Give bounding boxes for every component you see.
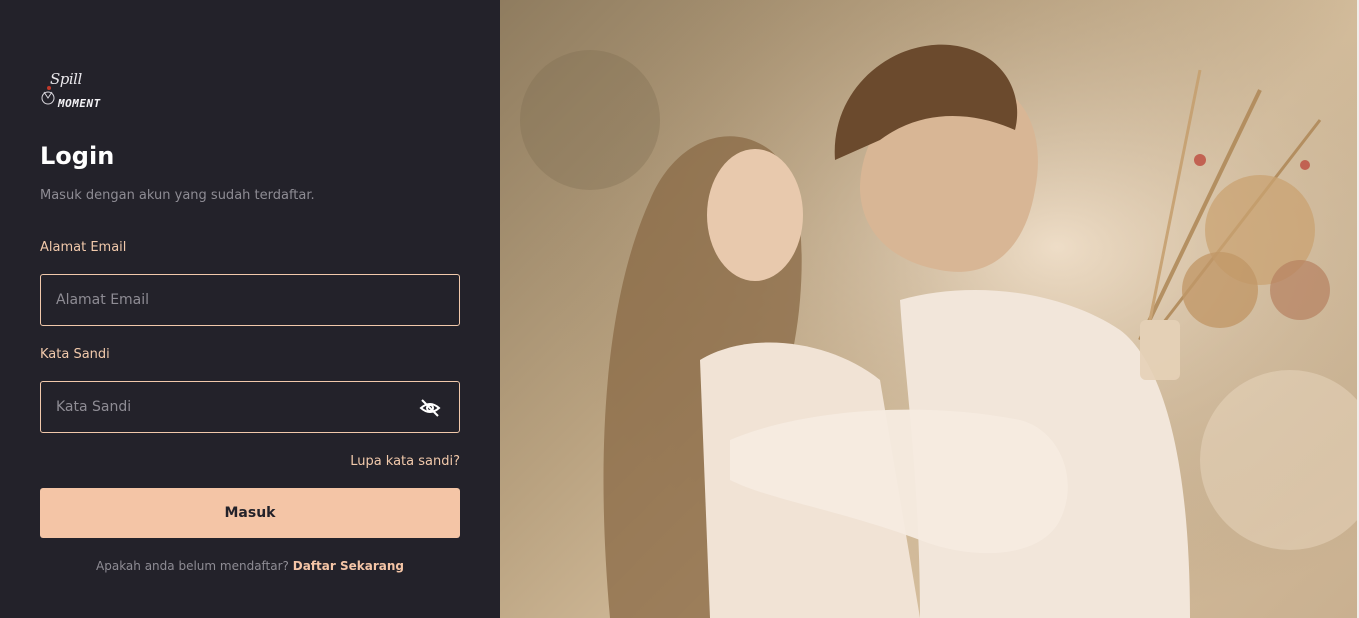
couple-photo-illustration bbox=[500, 0, 1357, 618]
password-field[interactable] bbox=[41, 382, 459, 432]
page-subtitle: Masuk dengan akun yang sudah terdaftar. bbox=[40, 188, 315, 203]
brand-word: MOMENT bbox=[58, 97, 101, 110]
signup-link[interactable]: Daftar Sekarang bbox=[293, 559, 404, 573]
signup-prompt-text: Apakah anda belum mendaftar? bbox=[96, 559, 289, 573]
signup-prompt: Apakah anda belum mendaftar? Daftar Seka… bbox=[40, 559, 460, 573]
brand-script: Spill bbox=[50, 70, 82, 88]
login-button[interactable]: Masuk bbox=[40, 488, 460, 538]
page-title: Login bbox=[40, 142, 115, 170]
password-field-box bbox=[40, 381, 460, 433]
eye-slash-icon[interactable] bbox=[419, 398, 441, 418]
brand-logo: Spill MOMENT bbox=[40, 70, 122, 114]
email-field[interactable] bbox=[41, 275, 459, 325]
login-panel: Spill MOMENT Login Masuk dengan akun yan… bbox=[0, 0, 500, 618]
email-field-box bbox=[40, 274, 460, 326]
password-label: Kata Sandi bbox=[40, 347, 110, 362]
forgot-password-link[interactable]: Lupa kata sandi? bbox=[350, 454, 460, 469]
hero-photo bbox=[500, 0, 1357, 618]
email-label: Alamat Email bbox=[40, 240, 127, 255]
